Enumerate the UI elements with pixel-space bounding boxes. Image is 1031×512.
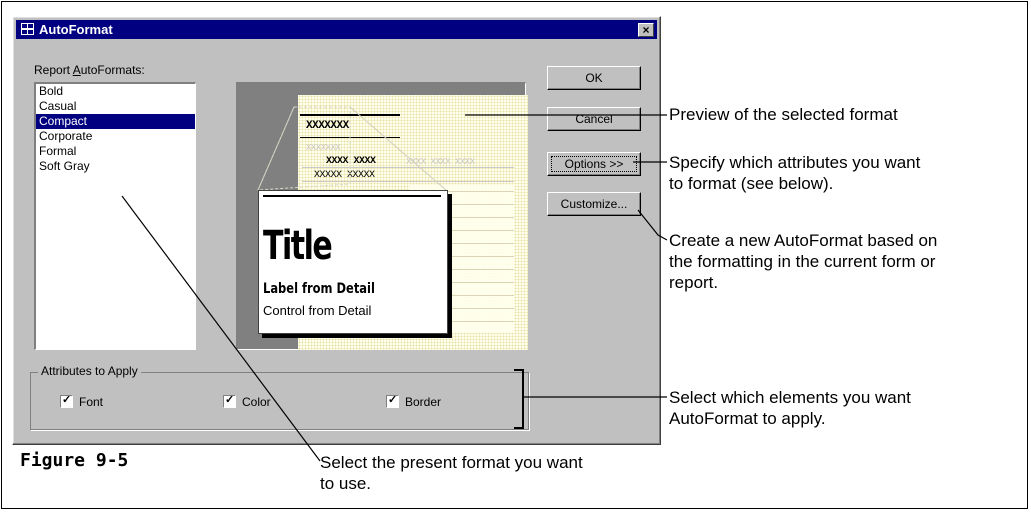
annotation-attributes: Select which elements you want AutoForma…	[669, 388, 911, 428]
annotation-customize: Create a new AutoFormat based on the for…	[669, 231, 938, 292]
annotation-options: Specify which attributes you want to for…	[669, 153, 921, 193]
annotation-preview: Preview of the selected format	[669, 105, 898, 124]
figure-caption: Figure 9-5	[20, 450, 129, 471]
annotation-list: Select the present format you want to us…	[320, 453, 583, 493]
